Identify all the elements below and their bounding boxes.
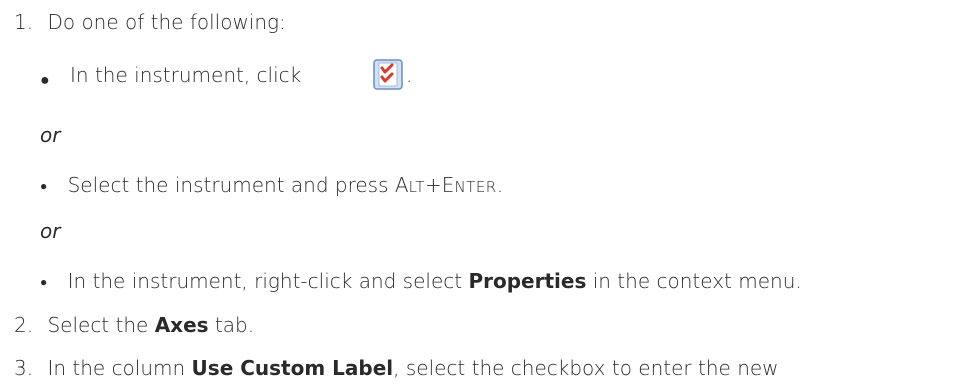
- step-2-after: tab.: [208, 313, 255, 337]
- step-2-text: Select the: [47, 313, 155, 337]
- step-3-text: In the column: [47, 356, 192, 380]
- properties-checklist-icon: [373, 59, 403, 90]
- key-enter: ENTER: [441, 173, 497, 197]
- bullet-2-text: Select the instrument and press: [67, 173, 395, 197]
- bullet-2-after: .: [496, 173, 504, 197]
- step-3: 3. In the column Use Custom Label, selec…: [14, 354, 779, 382]
- step-3-number: 3.: [14, 356, 34, 380]
- bullet-3-bold: Properties: [468, 269, 587, 293]
- bullet-3: ● In the instrument, right-click and sel…: [40, 267, 802, 298]
- or-label-2: or: [40, 219, 61, 243]
- bullet-dot-3: ●: [40, 275, 48, 289]
- step-2: 2. Select the Axes tab.: [14, 311, 254, 339]
- bullet-dot-2: ●: [40, 179, 48, 193]
- step-1: 1. Do one of the following:: [14, 8, 286, 36]
- bullet-dot-1: ●: [40, 70, 50, 89]
- bullet-1-text: In the instrument, click: [70, 63, 302, 87]
- or-label-1: or: [40, 123, 61, 147]
- key-alt: ALT: [394, 173, 426, 197]
- bullet-1-after: .: [406, 63, 413, 87]
- step-3-after: , select the checkbox to enter the new: [393, 356, 779, 380]
- step-1-number: 1.: [14, 10, 34, 34]
- bullet-2: ● Select the instrument and press ALT+EN…: [40, 171, 503, 202]
- bullet-3-after: in the context menu.: [586, 269, 802, 293]
- step-3-bold: Use Custom Label: [191, 356, 394, 380]
- step-2-bold: Axes: [154, 313, 209, 337]
- step-1-text: Do one of the following:: [47, 10, 286, 34]
- step-2-number: 2.: [14, 313, 34, 337]
- key-plus: +: [425, 173, 442, 197]
- bullet-1: ● In the instrument, click: [40, 61, 301, 91]
- bullet-3-text: In the instrument, right-click and selec…: [67, 269, 469, 293]
